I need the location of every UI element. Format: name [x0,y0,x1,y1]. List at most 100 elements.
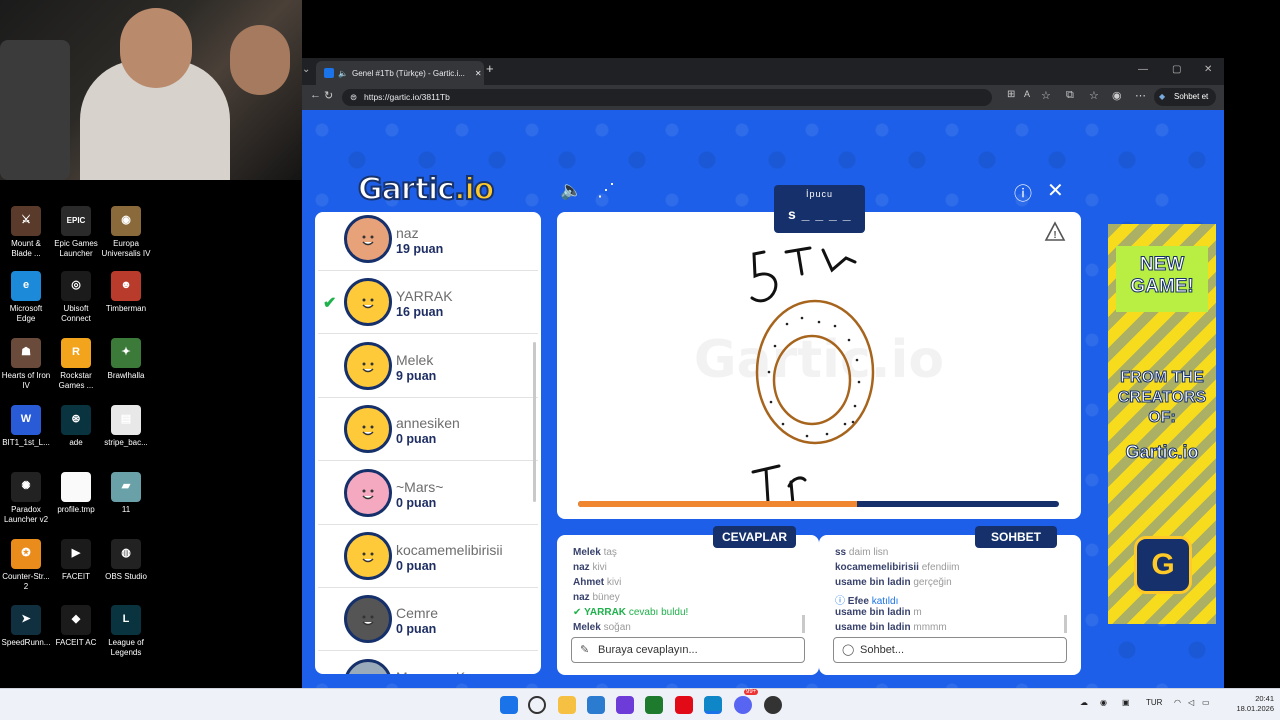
extensions-icon[interactable]: ⧉ [1066,89,1074,102]
xbox-icon[interactable] [645,696,663,714]
desktop-icon[interactable]: ⚔ Mount & Blade ... [0,206,52,258]
message-text: cevabı buldu! [628,607,689,618]
maximize-icon[interactable]: ▢ [1172,64,1181,75]
avatar-face [358,293,378,313]
desktop-icon[interactable]: ◉ Europa Universalis IV [100,206,152,258]
close-game-icon[interactable]: ✕ [1047,178,1064,203]
volume-icon[interactable]: ◁ [1188,698,1194,707]
favorite-star-icon[interactable]: ☆ [1041,89,1051,102]
chat-input[interactable]: ◯ Sohbet... [833,637,1067,663]
desktop-icon[interactable]: profile.tmp [50,472,102,515]
ad-banner[interactable]: NEW GAME! FROM THE CREATORS OF: Gartic.i… [1108,224,1216,624]
search-icon[interactable] [528,696,546,714]
desktop-icon[interactable]: ◆ FACEIT AC [50,605,102,648]
tray-icon-2[interactable]: ◉ [1100,698,1107,707]
favorites-icon[interactable]: ☆ [1089,89,1099,102]
file-explorer-icon[interactable] [558,696,576,714]
player-row[interactable]: annesiken 0 puan [318,398,538,462]
wifi-icon[interactable]: ◠ [1174,698,1181,707]
report-icon[interactable]: ! [1044,221,1066,241]
desktop-icon[interactable]: ▤ stripe_bac... [100,405,152,448]
desktop-icon[interactable]: ☗ Hearts of Iron IV [0,338,52,390]
message-user[interactable]: Melek [573,622,601,633]
new-tab-button[interactable]: + [486,61,494,76]
ad-gartic-icon: G [1134,536,1192,594]
tray-icon-3[interactable]: ▣ [1122,698,1130,707]
discord-icon[interactable]: 99+ [734,689,759,714]
netflix-icon[interactable] [675,696,693,714]
url-input[interactable]: ⊜ https://gartic.io/3811Tb [342,89,992,106]
answer-input[interactable]: ✎ Buraya cevaplayın... [571,637,805,663]
back-arrow-icon[interactable]: ← [310,89,321,101]
more-options-icon[interactable]: ⋯ [1135,89,1146,102]
edge-icon[interactable] [704,696,722,714]
tray-onedrive-icon[interactable]: ☁ [1080,698,1088,707]
desktop-icon[interactable]: ◍ OBS Studio [100,539,152,582]
player-row[interactable]: naz 19 puan [318,212,538,271]
desktop-icon[interactable]: ◎ Ubisoft Connect [50,271,102,323]
drawing-canvas[interactable]: Gartic.io ! [557,212,1081,519]
player-row[interactable]: Marmara Kazım [318,652,538,674]
message-user[interactable]: usame bin ladin [835,622,911,633]
reload-icon[interactable]: ↻ [324,89,333,102]
player-row[interactable]: ~Mars~ 0 puan [318,462,538,525]
desktop-icon[interactable]: W BIT1_1st_L... [0,405,52,448]
desktop-app-icon: ⊛ [61,405,91,435]
tab-close-icon[interactable]: ✕ [475,69,482,78]
share-icon[interactable]: ⋰ [597,180,615,201]
steam-icon[interactable] [764,696,782,714]
sound-icon[interactable]: 🔈 [560,180,582,201]
message-user[interactable]: naz [573,562,590,573]
message-user[interactable]: naz [573,592,590,603]
site-info-icon[interactable]: ⊜ [350,89,357,106]
desktop-icon[interactable]: ✦ Brawlhalla [100,338,152,381]
copilot-button[interactable]: ◆ Sohbet et [1154,88,1216,106]
desktop-icon[interactable]: ✺ Paradox Launcher v2 [0,472,52,524]
desktop-icon[interactable]: L League of Legends [100,605,152,657]
language-indicator[interactable]: TUR [1146,698,1162,707]
message-user[interactable]: usame bin ladin [835,607,911,618]
message-user[interactable]: Melek [573,547,601,558]
answers-scrollbar[interactable] [802,615,805,633]
desktop-app-icon: EPIC [61,206,91,236]
desktop-icon[interactable]: EPIC Epic Games Launcher [50,206,102,258]
message-user[interactable]: ss [835,547,846,558]
player-row[interactable]: Melek 9 puan [318,335,538,398]
desktop-icon-label: Ubisoft Connect [61,304,91,323]
proton-icon[interactable] [616,696,634,714]
chat-scrollbar[interactable] [1064,615,1067,633]
speaker-icon[interactable]: 🔈 [338,69,348,78]
tab-list-chevron-icon[interactable]: ⌄ [302,64,310,75]
desktop-icon[interactable]: ➤ SpeedRunn... [0,605,52,648]
info-icon[interactable]: ⓘ [1014,180,1032,206]
gartic-logo[interactable]: Gartic.io [357,171,495,208]
desktop-icon[interactable]: R Rockstar Games ... [50,338,102,390]
desktop-icon[interactable]: e Microsoft Edge [0,271,52,323]
player-row[interactable]: kocamemelibirisii 0 puan [318,525,538,588]
player-row[interactable]: ✔ YARRAK 16 puan [318,271,538,335]
message-user[interactable]: Ahmet [573,577,604,588]
read-aloud-icon[interactable]: A [1024,89,1030,99]
clock[interactable]: 20:41 18.01.2026 [1236,694,1274,714]
message-user[interactable]: usame bin ladin [835,577,911,588]
message-user[interactable]: Efee [848,596,869,607]
desktop-icon[interactable]: ☻ Timberman [100,271,152,314]
message-user[interactable]: YARRAK [584,607,626,618]
profile-icon[interactable]: ◉ [1112,89,1122,102]
battery-icon[interactable]: ▭ [1202,698,1210,707]
desktop-icon[interactable]: ✪ Counter-Str... 2 [0,539,52,591]
desktop-app-icon: ➤ [11,605,41,635]
players-scrollbar[interactable] [533,342,536,502]
player-avatar [344,278,392,327]
start-icon[interactable] [500,696,518,714]
desktop-icon[interactable]: ▰ 11 [100,472,152,515]
app-available-icon[interactable]: ⊞ [1007,89,1015,100]
browser-tab[interactable]: 🔈 Genel #1Tb (Türkçe) - Gartic.i... ✕ [316,61,484,85]
close-window-icon[interactable]: ✕ [1204,64,1212,75]
desktop-icon[interactable]: ▶ FACEIT [50,539,102,582]
desktop-icon[interactable]: ⊛ ade [50,405,102,448]
minimize-icon[interactable]: — [1138,64,1148,75]
player-row[interactable]: Cemre 0 puan [318,588,538,652]
store-icon[interactable] [587,696,605,714]
message-user[interactable]: kocamemelibirisii [835,562,919,573]
